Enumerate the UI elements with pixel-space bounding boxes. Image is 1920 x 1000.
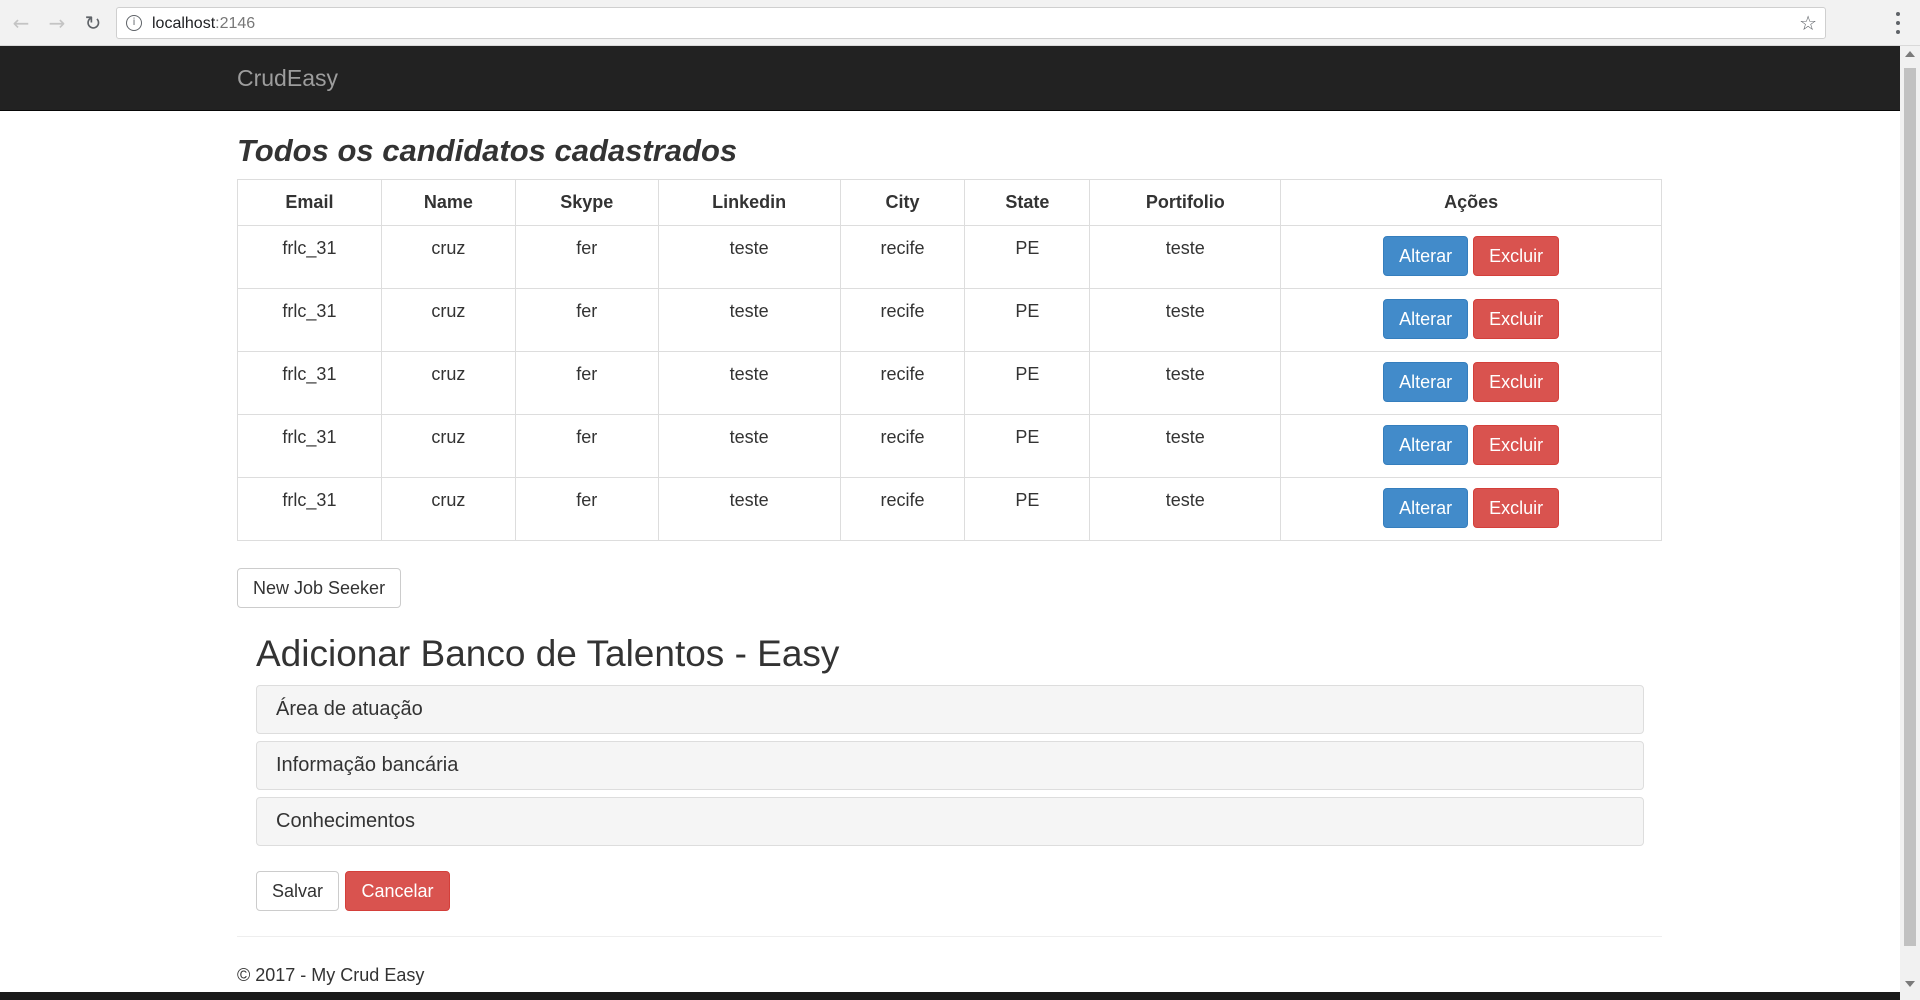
vertical-scrollbar[interactable] bbox=[1900, 46, 1920, 992]
edit-button[interactable]: Alterar bbox=[1383, 362, 1469, 402]
table-row: frlc_31 cruz fer teste recife PE teste A… bbox=[237, 414, 1662, 478]
delete-button[interactable]: Excluir bbox=[1473, 299, 1560, 339]
cell-skype: fer bbox=[514, 225, 659, 289]
accordion-area-de-atuacao[interactable]: Área de atuação bbox=[256, 685, 1644, 734]
page-title: Todos os candidatos cadastrados bbox=[237, 133, 738, 168]
cell-name: cruz bbox=[380, 414, 516, 478]
talent-form: Adicionar Banco de Talentos - Easy Área … bbox=[256, 633, 1644, 911]
column-header-name: Name bbox=[380, 179, 516, 226]
column-header-city: City bbox=[839, 179, 966, 226]
table-row: frlc_31 cruz fer teste recife PE teste A… bbox=[237, 288, 1662, 352]
cell-city: recife bbox=[839, 351, 966, 415]
cell-state: PE bbox=[964, 288, 1091, 352]
accordion-informacao-bancaria[interactable]: Informação bancária bbox=[256, 741, 1644, 790]
cell-city: recife bbox=[839, 288, 966, 352]
table-row: frlc_31 cruz fer teste recife PE teste A… bbox=[237, 477, 1662, 541]
cell-email: frlc_31 bbox=[237, 477, 382, 541]
cell-portfolio: teste bbox=[1089, 288, 1282, 352]
cell-skype: fer bbox=[514, 414, 659, 478]
cell-linkedin: teste bbox=[657, 225, 841, 289]
cell-name: cruz bbox=[380, 225, 516, 289]
info-icon[interactable]: i bbox=[126, 15, 142, 31]
cell-actions: Alterar Excluir bbox=[1280, 288, 1662, 352]
cell-linkedin: teste bbox=[657, 477, 841, 541]
scroll-up-icon[interactable] bbox=[1905, 51, 1915, 57]
main-container: Todos os candidatos cadastrados Email Na… bbox=[237, 111, 1662, 986]
navbar: CrudEasy bbox=[0, 46, 1900, 111]
scrollbar-corner bbox=[1900, 992, 1920, 1000]
cell-actions: Alterar Excluir bbox=[1280, 477, 1662, 541]
column-header-email: Email bbox=[237, 179, 382, 226]
column-header-state: State bbox=[964, 179, 1091, 226]
candidates-table: Email Name Skype Linkedin City State Por… bbox=[237, 179, 1662, 541]
navbar-brand[interactable]: CrudEasy bbox=[237, 65, 338, 92]
forward-icon[interactable]: → bbox=[44, 10, 70, 36]
cell-skype: fer bbox=[514, 351, 659, 415]
cell-name: cruz bbox=[380, 288, 516, 352]
cell-state: PE bbox=[964, 414, 1091, 478]
cell-email: frlc_31 bbox=[237, 414, 382, 478]
page-viewport: CrudEasy Todos os candidatos cadastrados… bbox=[0, 46, 1900, 992]
footer-text: © 2017 - My Crud Easy bbox=[237, 965, 425, 985]
cell-city: recife bbox=[839, 225, 966, 289]
delete-button[interactable]: Excluir bbox=[1473, 236, 1560, 276]
cell-portfolio: teste bbox=[1089, 414, 1282, 478]
url-host: localhost bbox=[152, 15, 216, 32]
kebab-menu-icon[interactable] bbox=[1888, 12, 1908, 34]
cell-city: recife bbox=[839, 414, 966, 478]
delete-button[interactable]: Excluir bbox=[1473, 425, 1560, 465]
cell-actions: Alterar Excluir bbox=[1280, 414, 1662, 478]
cell-state: PE bbox=[964, 477, 1091, 541]
cell-name: cruz bbox=[380, 351, 516, 415]
back-icon[interactable]: ← bbox=[8, 10, 34, 36]
column-header-actions: Ações bbox=[1280, 179, 1662, 226]
cell-state: PE bbox=[964, 225, 1091, 289]
cell-portfolio: teste bbox=[1089, 477, 1282, 541]
table-row: frlc_31 cruz fer teste recife PE teste A… bbox=[237, 225, 1662, 289]
delete-button[interactable]: Excluir bbox=[1473, 362, 1560, 402]
cell-name: cruz bbox=[380, 477, 516, 541]
url-port: :2146 bbox=[215, 15, 256, 32]
cell-skype: fer bbox=[514, 288, 659, 352]
edit-button[interactable]: Alterar bbox=[1383, 236, 1469, 276]
cancel-button[interactable]: Cancelar bbox=[345, 871, 450, 911]
table-row: frlc_31 cruz fer teste recife PE teste A… bbox=[237, 351, 1662, 415]
cell-portfolio: teste bbox=[1089, 225, 1282, 289]
cell-email: frlc_31 bbox=[237, 351, 382, 415]
column-header-skype: Skype bbox=[514, 179, 659, 226]
scroll-down-icon[interactable] bbox=[1905, 981, 1915, 987]
cell-city: recife bbox=[839, 477, 966, 541]
browser-toolbar: ← → ↻ i localhost:2146 ☆ bbox=[0, 0, 1920, 46]
footer-divider bbox=[237, 936, 1662, 937]
delete-button[interactable]: Excluir bbox=[1473, 488, 1560, 528]
save-button[interactable]: Salvar bbox=[256, 871, 340, 911]
cell-actions: Alterar Excluir bbox=[1280, 225, 1662, 289]
edit-button[interactable]: Alterar bbox=[1383, 488, 1469, 528]
edit-button[interactable]: Alterar bbox=[1383, 425, 1469, 465]
accordion-conhecimentos[interactable]: Conhecimentos bbox=[256, 797, 1644, 846]
cell-portfolio: teste bbox=[1089, 351, 1282, 415]
cell-skype: fer bbox=[514, 477, 659, 541]
new-button-wrapper: New Job Seeker bbox=[237, 568, 1662, 608]
cell-linkedin: teste bbox=[657, 351, 841, 415]
reload-icon[interactable]: ↻ bbox=[80, 10, 106, 36]
table-header-row: Email Name Skype Linkedin City State Por… bbox=[237, 179, 1662, 226]
cell-actions: Alterar Excluir bbox=[1280, 351, 1662, 415]
url-text[interactable]: localhost:2146 bbox=[152, 15, 255, 33]
cell-email: frlc_31 bbox=[237, 288, 382, 352]
cell-linkedin: teste bbox=[657, 288, 841, 352]
cell-state: PE bbox=[964, 351, 1091, 415]
column-header-portfolio: Portifolio bbox=[1089, 179, 1282, 226]
star-icon[interactable]: ☆ bbox=[1799, 11, 1817, 35]
edit-button[interactable]: Alterar bbox=[1383, 299, 1469, 339]
form-actions: Salvar Cancelar bbox=[256, 871, 1644, 911]
form-title: Adicionar Banco de Talentos - Easy bbox=[256, 633, 840, 674]
cell-email: frlc_31 bbox=[237, 225, 382, 289]
address-bar[interactable]: i localhost:2146 ☆ bbox=[116, 7, 1826, 39]
cell-linkedin: teste bbox=[657, 414, 841, 478]
scrollbar-thumb[interactable] bbox=[1904, 68, 1916, 946]
new-job-seeker-button[interactable]: New Job Seeker bbox=[237, 568, 402, 608]
column-header-linkedin: Linkedin bbox=[657, 179, 841, 226]
taskbar-strip bbox=[0, 992, 1900, 1000]
